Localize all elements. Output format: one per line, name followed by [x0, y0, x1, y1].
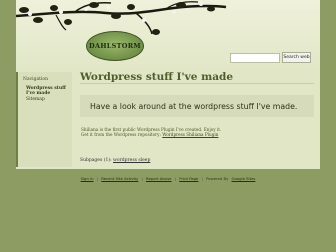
plugin-link[interactable]: Wordpress Shiliana Plugin	[162, 132, 218, 137]
footer: Sign in | Recent Site Activity | Report …	[0, 176, 336, 181]
subpages: Subpages (1): wordpress sleep	[80, 158, 150, 163]
search-input[interactable]	[230, 53, 280, 63]
subpages-label: Subpages (1):	[80, 158, 112, 163]
sidebar-item-sitemap[interactable]: Sitemap	[26, 97, 45, 102]
footer-separator: |	[201, 176, 203, 181]
search-button[interactable]: Search web	[282, 52, 311, 63]
navigation-heading: Navigation	[23, 77, 49, 82]
subpage-link[interactable]: wordpress sleep	[113, 158, 150, 163]
powered-by-text: Powered By	[206, 176, 229, 181]
footer-separator: |	[141, 176, 143, 181]
footer-separator: |	[174, 176, 177, 181]
intro-box: Have a look around at the wordpress stuf…	[80, 95, 314, 117]
google-sites-link[interactable]: Google Sites	[232, 176, 256, 181]
description-text: Get it from the Wordpress repository:	[81, 132, 163, 137]
sidebar-item-wordpress-stuff[interactable]: Wordpress stuff I've made	[26, 86, 70, 96]
page-title: Wordpress stuff I've made	[80, 71, 234, 83]
tree-branch-icon	[16, 1, 227, 35]
report-abuse-link[interactable]: Report Abuse	[146, 176, 172, 181]
sidebar: Navigation Wordpress stuff I've made Sit…	[16, 72, 72, 167]
title-divider	[80, 83, 314, 84]
print-page-link[interactable]: Print Page	[179, 176, 198, 181]
footer-separator: |	[96, 176, 99, 181]
sign-in-link[interactable]: Sign in	[81, 176, 94, 181]
site-logo[interactable]: DAHLSTORM	[86, 31, 144, 61]
logo-text: DAHLSTORM	[89, 42, 141, 50]
intro-text: Have a look around at the wordpress stuf…	[90, 101, 298, 111]
description-line-2: Get it from the Wordpress repository: Wo…	[81, 132, 218, 137]
recent-activity-link[interactable]: Recent Site Activity	[101, 176, 138, 181]
